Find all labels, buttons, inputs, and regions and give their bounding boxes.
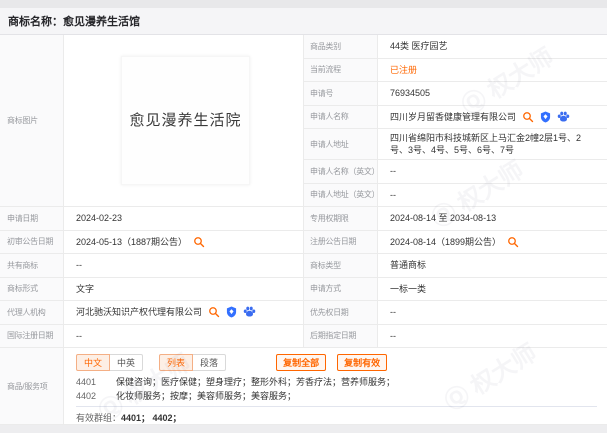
field-value: 2024-08-14（1899期公告） bbox=[390, 236, 501, 248]
copy-valid-button[interactable]: 复制有效 bbox=[337, 354, 387, 371]
shield-icon[interactable] bbox=[540, 111, 551, 123]
row-application-method: 申请方式 一标一类 bbox=[304, 278, 607, 302]
row-applicant-address: 申请人地址 四川省绵阳市科技城新区上马汇金2幢2层1号、2号、3号、4号、5号、… bbox=[304, 129, 607, 160]
toggle-list-view-button[interactable]: 列表 bbox=[159, 354, 193, 371]
field-value: 四川省绵阳市科技城新区上马汇金2幢2层1号、2号、3号、4号、5号、6号、7号 bbox=[390, 132, 599, 156]
service-group-code: 4401 bbox=[76, 375, 116, 389]
field-label: 申请人地址（英文） bbox=[304, 184, 378, 207]
field-label: 后期指定日期 bbox=[304, 325, 378, 348]
toggle-paragraph-view-button[interactable]: 段落 bbox=[192, 354, 226, 371]
row-exclusive-right-period: 专用权期限 2024-08-14 至 2034-08-13 bbox=[304, 207, 607, 231]
field-label: 优先权日期 bbox=[304, 301, 378, 324]
field-label: 申请人名称（英文） bbox=[304, 160, 378, 183]
window-top-strip bbox=[0, 0, 607, 8]
page-title: 商标名称：愈见漫养生活馆 bbox=[8, 13, 140, 29]
field-value: -- bbox=[390, 330, 396, 342]
paw-icon[interactable] bbox=[243, 306, 256, 318]
shield-icon[interactable] bbox=[226, 306, 237, 318]
trademark-image[interactable]: 愈见漫养生活院 bbox=[121, 56, 250, 185]
service-item: 4402 化妆师服务；按摩；美容师服务；美容服务； bbox=[76, 389, 597, 403]
row-trademark-type: 商标类型 普通商标 bbox=[304, 254, 607, 278]
row-international-registration-date: 国际注册日期 -- bbox=[0, 325, 303, 349]
row-goods-class: 商品类别 44类 医疗园艺 bbox=[304, 35, 607, 59]
field-value: 44类 医疗园艺 bbox=[390, 40, 448, 52]
field-value: 2024-02-23 bbox=[76, 212, 122, 224]
search-icon[interactable] bbox=[522, 111, 534, 123]
field-value: -- bbox=[76, 330, 82, 342]
toggle-chinese-button[interactable]: 中文 bbox=[76, 354, 110, 371]
trademark-detail-table: 商标图片 愈见漫养生活院 申请日期 2024-02-23 初审公告日期 2024… bbox=[0, 35, 607, 348]
field-value: -- bbox=[76, 259, 82, 271]
view-toggle: 列表 段落 bbox=[159, 354, 226, 371]
field-label: 商品类别 bbox=[304, 35, 378, 58]
field-label: 代理人机构 bbox=[0, 301, 64, 324]
row-agent-organization: 代理人机构 河北驰沃知识产权代理有限公司 bbox=[0, 301, 303, 325]
agent-name-link[interactable]: 河北驰沃知识产权代理有限公司 bbox=[76, 306, 202, 318]
field-value: 2024-05-13（1887期公告） bbox=[76, 236, 187, 248]
service-item-text: 化妆师服务；按摩；美容师服务；美容服务； bbox=[116, 389, 296, 403]
field-label: 商品/服务项 bbox=[0, 348, 64, 424]
status-badge: 已注册 bbox=[390, 64, 417, 76]
row-registration-publication-date: 注册公告日期 2024-08-14（1899期公告） bbox=[304, 231, 607, 255]
field-label: 申请号 bbox=[304, 82, 378, 105]
field-label: 共有商标 bbox=[0, 254, 64, 277]
row-applicant-address-en: 申请人地址（英文） -- bbox=[304, 184, 607, 208]
field-label: 申请日期 bbox=[0, 207, 64, 230]
field-value: -- bbox=[390, 165, 396, 177]
row-priority-date: 优先权日期 -- bbox=[304, 301, 607, 325]
row-trademark-image: 商标图片 愈见漫养生活院 bbox=[0, 35, 303, 207]
search-icon[interactable] bbox=[208, 306, 220, 318]
field-value: 一标一类 bbox=[390, 283, 426, 295]
service-item-text: 保健咨询；医疗保健；塑身理疗；整形外科；芳香疗法；营养师服务； bbox=[116, 375, 395, 389]
row-co-owned-trademark: 共有商标 -- bbox=[0, 254, 303, 278]
field-value: 文字 bbox=[76, 283, 94, 295]
search-icon[interactable] bbox=[193, 236, 205, 248]
field-label: 申请人地址 bbox=[304, 129, 378, 159]
field-label: 商标形式 bbox=[0, 278, 64, 301]
row-trademark-form: 商标形式 文字 bbox=[0, 278, 303, 302]
field-value: 76934505 bbox=[390, 87, 430, 99]
copy-all-button[interactable]: 复制全部 bbox=[276, 354, 326, 371]
page-footer-strip bbox=[0, 425, 607, 433]
toggle-chinese-english-button[interactable]: 中英 bbox=[109, 354, 143, 371]
left-column: 商标图片 愈见漫养生活院 申请日期 2024-02-23 初审公告日期 2024… bbox=[0, 35, 303, 348]
field-value: 普通商标 bbox=[390, 259, 426, 271]
field-label: 申请人名称 bbox=[304, 106, 378, 129]
field-value: -- bbox=[390, 306, 396, 318]
trademark-image-text: 愈见漫养生活院 bbox=[129, 115, 241, 127]
field-label: 商标图片 bbox=[0, 35, 64, 206]
field-value: 2024-08-14 至 2034-08-13 bbox=[390, 212, 496, 224]
valid-groups-row: 有效群组：4401； 4402； bbox=[76, 406, 597, 424]
services-toolbar: 中文 中英 列表 段落 复制全部 复制有效 bbox=[76, 352, 597, 372]
field-label: 当前流程 bbox=[304, 59, 378, 82]
field-label: 国际注册日期 bbox=[0, 325, 64, 348]
field-value: -- bbox=[390, 189, 396, 201]
field-label: 申请方式 bbox=[304, 278, 378, 301]
language-toggle: 中文 中英 bbox=[76, 354, 143, 371]
page-header: 商标名称：愈见漫养生活馆 bbox=[0, 8, 607, 35]
row-current-status: 当前流程 已注册 bbox=[304, 59, 607, 83]
field-label: 专用权期限 bbox=[304, 207, 378, 230]
search-icon[interactable] bbox=[507, 236, 519, 248]
field-label: 商标类型 bbox=[304, 254, 378, 277]
row-application-number: 申请号 76934505 bbox=[304, 82, 607, 106]
applicant-name-link[interactable]: 四川岁月留香健康管理有限公司 bbox=[390, 111, 516, 123]
valid-groups-label: 有效群组： bbox=[76, 413, 121, 423]
row-application-date: 申请日期 2024-02-23 bbox=[0, 207, 303, 231]
field-label: 初审公告日期 bbox=[0, 231, 64, 254]
row-subsequent-designation-date: 后期指定日期 -- bbox=[304, 325, 607, 349]
goods-services-section: 商品/服务项 中文 中英 列表 段落 复制全部 复制有效 4401 保健咨询；医… bbox=[0, 348, 607, 425]
row-first-publication-date: 初审公告日期 2024-05-13（1887期公告） bbox=[0, 231, 303, 255]
row-applicant-name: 申请人名称 四川岁月留香健康管理有限公司 bbox=[304, 106, 607, 130]
service-group-code: 4402 bbox=[76, 389, 116, 403]
service-item: 4401 保健咨询；医疗保健；塑身理疗；整形外科；芳香疗法；营养师服务； bbox=[76, 375, 597, 389]
paw-icon[interactable] bbox=[557, 111, 570, 123]
valid-groups-values: 4401； 4402； bbox=[121, 413, 182, 423]
row-applicant-name-en: 申请人名称（英文） -- bbox=[304, 160, 607, 184]
right-column: 商品类别 44类 医疗园艺 当前流程 已注册 申请号 76934505 申请人名… bbox=[303, 35, 607, 348]
field-label: 注册公告日期 bbox=[304, 231, 378, 254]
